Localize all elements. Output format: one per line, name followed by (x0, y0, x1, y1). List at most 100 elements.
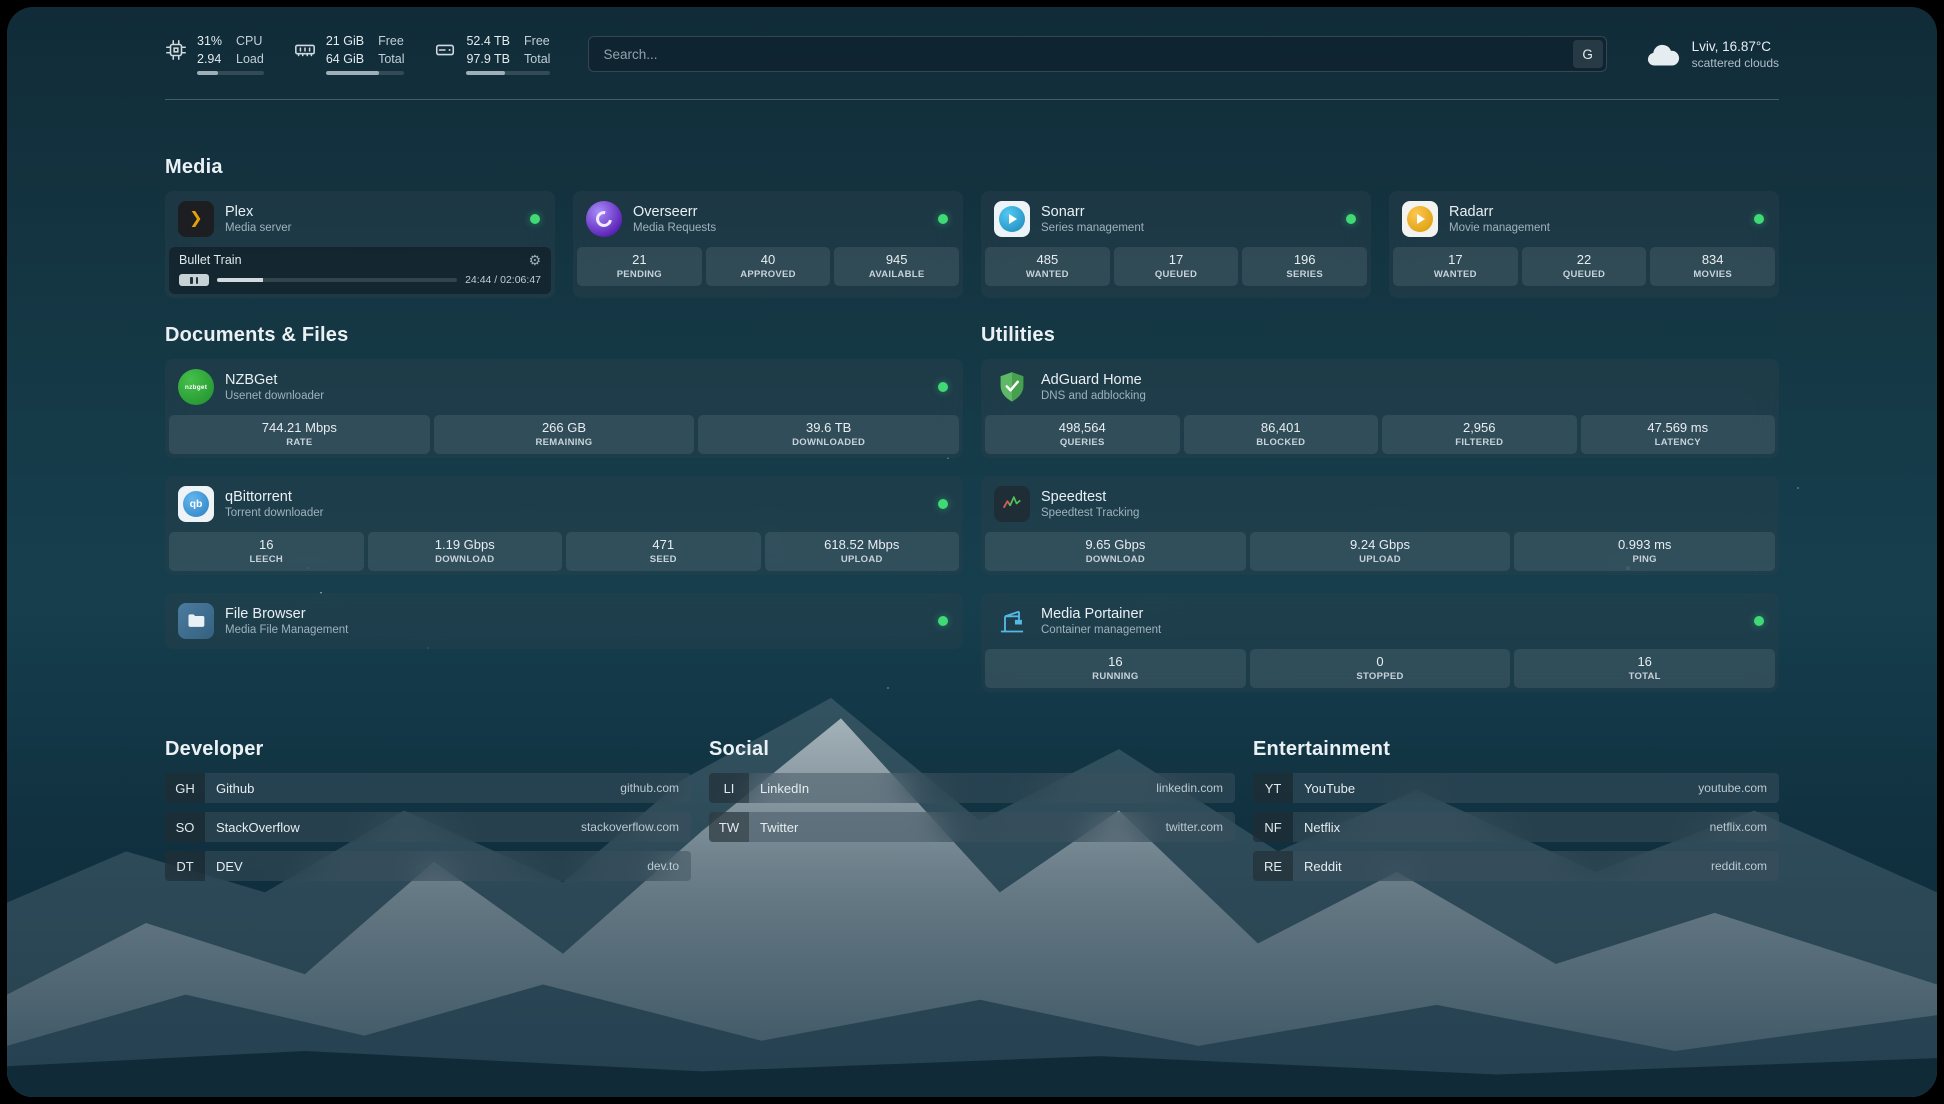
bookmarks-entertainment: Entertainment YT YouTube youtube.com NF … (1253, 738, 1779, 881)
service-link-adguard[interactable]: AdGuard Home DNS and adblocking (981, 359, 1779, 415)
bookmark-url: reddit.com (1711, 859, 1779, 873)
service-link-portainer[interactable]: Media Portainer Container management (981, 593, 1779, 649)
service-card-portainer: Media Portainer Container management 16 … (981, 593, 1779, 692)
disk-total-value: 97.9 TB (466, 51, 510, 67)
resource-widgets: 31% CPU 2.94 Load (165, 33, 550, 75)
service-stats: 21 PENDING 40 APPROVED 945 AVAILABLE (573, 247, 963, 290)
bookmark-netflix[interactable]: NF Netflix netflix.com (1253, 812, 1779, 842)
pause-button[interactable] (179, 274, 209, 286)
bookmark-stackoverflow[interactable]: SO StackOverflow stackoverflow.com (165, 812, 691, 842)
media-grid: ❯ Plex Media server Bullet Train ⚙ (165, 191, 1779, 298)
bookmark-name: StackOverflow (205, 820, 300, 835)
stat-blocked: 86,401 BLOCKED (1184, 415, 1379, 454)
stat-queued: 17 QUEUED (1114, 247, 1239, 286)
plex-icon: ❯ (178, 201, 214, 237)
bookmark-twitter[interactable]: TW Twitter twitter.com (709, 812, 1235, 842)
bookmark-name: Github (205, 781, 254, 796)
service-link-speedtest[interactable]: Speedtest Speedtest Tracking (981, 476, 1779, 532)
status-dot (1754, 616, 1764, 626)
bookmark-name: DEV (205, 859, 243, 874)
service-link-radarr[interactable]: Radarr Movie management (1389, 191, 1779, 247)
service-name: Speedtest (1041, 489, 1139, 505)
top-bar: 31% CPU 2.94 Load (165, 31, 1779, 77)
service-link-nzbget[interactable]: nzbget NZBGet Usenet downloader (165, 359, 963, 415)
overseerr-icon (586, 201, 622, 237)
utilities-column: Utilities (981, 324, 1779, 692)
bookmark-name: Reddit (1293, 859, 1342, 874)
disk-usage-bar (466, 71, 550, 75)
search-provider-button[interactable]: G (1573, 40, 1603, 68)
bookmark-abbr: NF (1253, 812, 1293, 842)
stat-queued: 22 QUEUED (1522, 247, 1647, 286)
stat-latency: 47.569 ms LATENCY (1581, 415, 1776, 454)
search-input[interactable] (588, 36, 1606, 72)
section-title-documents: Documents & Files (165, 324, 963, 347)
status-dot (938, 214, 948, 224)
memory-free-label: Free (378, 33, 404, 49)
stat-available: 945 AVAILABLE (834, 247, 959, 286)
stat-wanted: 17 WANTED (1393, 247, 1518, 286)
gear-icon[interactable]: ⚙ (528, 253, 541, 267)
service-name: Radarr (1449, 204, 1550, 220)
service-name: Plex (225, 204, 291, 220)
service-stats: 9.65 Gbps DOWNLOAD 9.24 Gbps UPLOAD 0.99… (981, 532, 1779, 575)
stat-ping: 0.993 ms PING (1514, 532, 1775, 571)
status-dot (938, 499, 948, 509)
bookmark-abbr: RE (1253, 851, 1293, 881)
section-title-developer: Developer (165, 738, 691, 761)
now-playing-title: Bullet Train (179, 253, 242, 267)
service-link-overseerr[interactable]: Overseerr Media Requests (573, 191, 963, 247)
service-link-sonarr[interactable]: Sonarr Series management (981, 191, 1371, 247)
bookmark-youtube[interactable]: YT YouTube youtube.com (1253, 773, 1779, 803)
bookmark-abbr: YT (1253, 773, 1293, 803)
bookmark-name: LinkedIn (749, 781, 809, 796)
section-title-utilities: Utilities (981, 324, 1779, 347)
documents-column: Documents & Files nzbget NZBGet Usenet d… (165, 324, 963, 649)
section-title-media: Media (165, 156, 1779, 179)
stat-approved: 40 APPROVED (706, 247, 831, 286)
service-link-plex[interactable]: ❯ Plex Media server (165, 191, 555, 247)
playback-progress-bar (217, 278, 457, 282)
memory-widget: 21 GiB Free 64 GiB Total (294, 33, 405, 75)
bookmark-reddit[interactable]: RE Reddit reddit.com (1253, 851, 1779, 881)
service-description: Speedtest Tracking (1041, 507, 1139, 519)
stat-upload: 618.52 Mbps UPLOAD (765, 532, 960, 571)
playback-time: 24:44 / 02:06:47 (465, 274, 541, 286)
bookmark-url: stackoverflow.com (581, 820, 691, 834)
memory-icon (294, 39, 316, 61)
stat-wanted: 485 WANTED (985, 247, 1110, 286)
status-dot (1754, 214, 1764, 224)
screen: 31% CPU 2.94 Load (0, 0, 1944, 1104)
topbar-divider (165, 99, 1779, 100)
service-card-adguard: AdGuard Home DNS and adblocking 498,564 … (981, 359, 1779, 458)
bookmark-url: youtube.com (1698, 781, 1779, 795)
memory-free-value: 21 GiB (326, 33, 364, 49)
cpu-widget: 31% CPU 2.94 Load (165, 33, 264, 75)
snow-specks (7, 7, 9, 9)
bookmark-url: twitter.com (1166, 820, 1235, 834)
service-stats: 16 RUNNING 0 STOPPED 16 TOTAL (981, 649, 1779, 692)
service-link-filebrowser[interactable]: File Browser Media File Management (165, 593, 963, 649)
service-description: Usenet downloader (225, 390, 324, 402)
bookmark-dev[interactable]: DT DEV dev.to (165, 851, 691, 881)
stat-total: 16 TOTAL (1514, 649, 1775, 688)
stat-movies: 834 MOVIES (1650, 247, 1775, 286)
search-bar: G (588, 36, 1606, 72)
bookmark-abbr: GH (165, 773, 205, 803)
disk-free-label: Free (524, 33, 550, 49)
service-card-radarr: Radarr Movie management 17 WANTED 22 QUE… (1389, 191, 1779, 298)
nzbget-icon: nzbget (178, 369, 214, 405)
bookmark-linkedin[interactable]: LI LinkedIn linkedin.com (709, 773, 1235, 803)
stat-upload: 9.24 Gbps UPLOAD (1250, 532, 1511, 571)
cpu-usage-value: 31% (197, 33, 222, 49)
memory-usage-bar (326, 71, 405, 75)
service-name: File Browser (225, 606, 348, 622)
service-description: Media Requests (633, 222, 716, 234)
bookmark-github[interactable]: GH Github github.com (165, 773, 691, 803)
cpu-label: CPU (236, 33, 264, 49)
service-stats: 17 WANTED 22 QUEUED 834 MOVIES (1389, 247, 1779, 290)
service-link-qbittorrent[interactable]: qb qBittorrent Torrent downloader (165, 476, 963, 532)
service-description: Container management (1041, 624, 1161, 636)
memory-total-value: 64 GiB (326, 51, 364, 67)
stat-downloaded: 39.6 TB DOWNLOADED (698, 415, 959, 454)
